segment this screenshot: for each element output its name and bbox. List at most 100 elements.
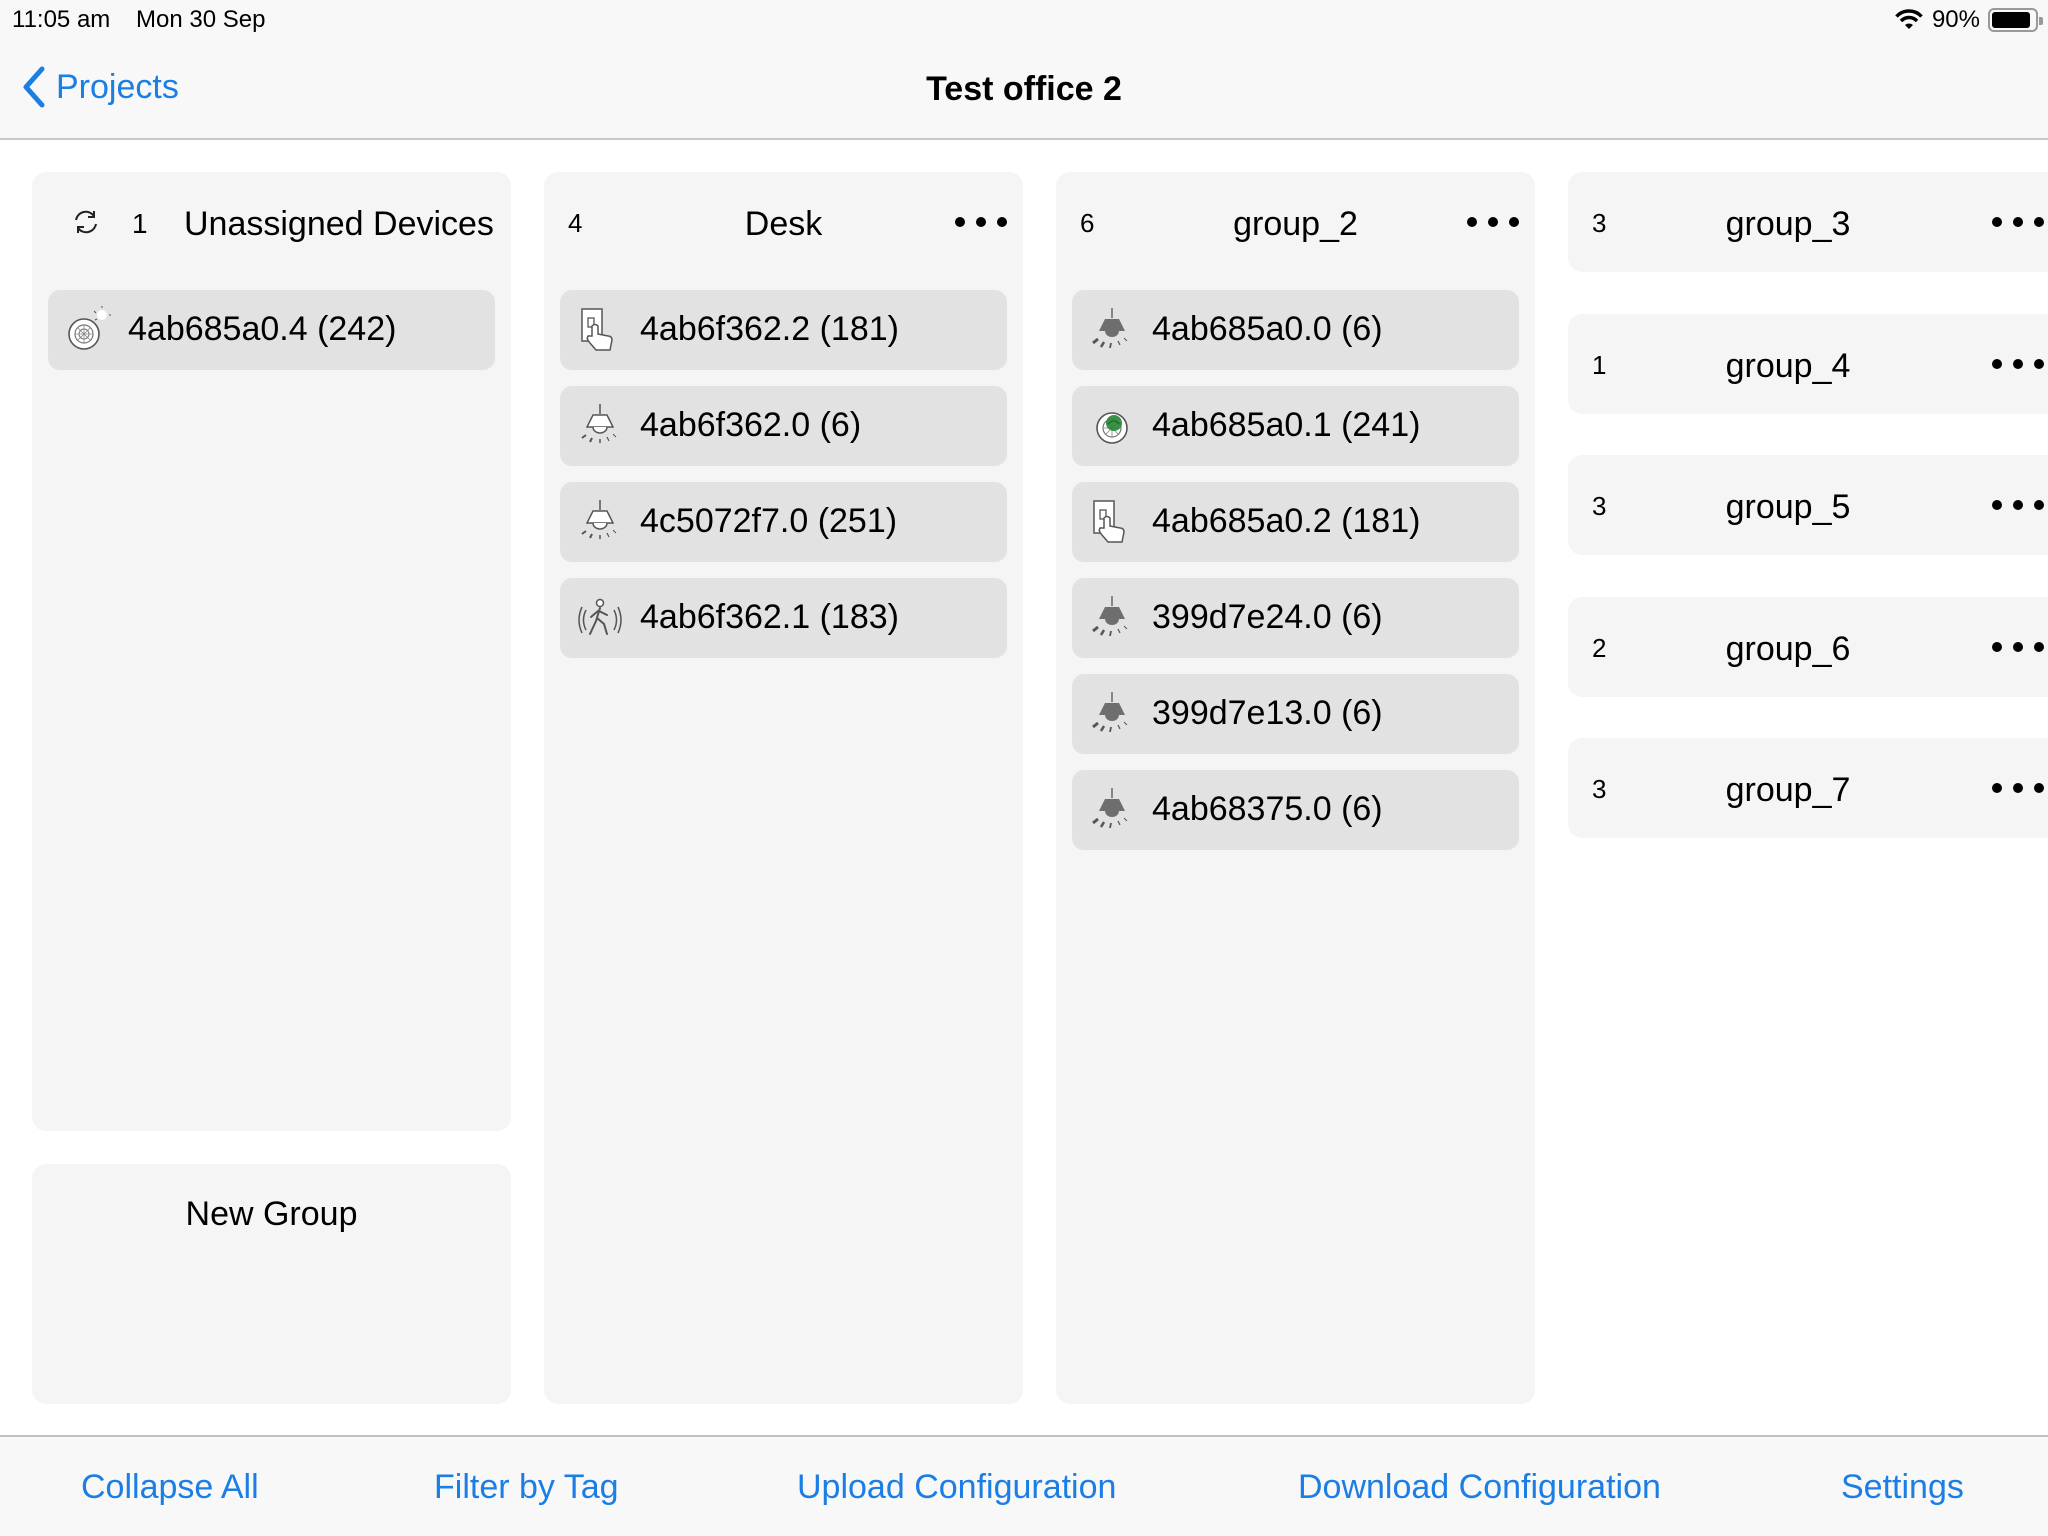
dot — [997, 217, 1007, 227]
device-item[interactable]: 4ab68375.0 (6) — [1072, 770, 1519, 850]
filter-by-tag-button[interactable]: Filter by Tag — [434, 1468, 619, 1507]
more-options-button[interactable] — [953, 202, 1009, 242]
status-right: 90% — [1894, 6, 2043, 34]
device-label: 4ab6f362.2 (181) — [640, 310, 899, 348]
dot — [1992, 500, 2002, 510]
device-item[interactable]: 399d7e13.0 (6) — [1072, 674, 1519, 754]
wifi-icon — [1895, 9, 1923, 29]
sensor-daylight-icon — [64, 306, 112, 354]
group-title: group_7 — [1725, 771, 1851, 809]
settings-button[interactable]: Settings — [1841, 1468, 1964, 1507]
pendant-light-filled-icon — [1088, 786, 1136, 834]
group-column-desk: 4 Desk 4ab6f362.2 (181) 4ab6f362.0 (6) 4… — [544, 172, 1023, 1404]
motion-sensor-icon — [576, 594, 624, 642]
upload-configuration-button[interactable]: Upload Configuration — [797, 1468, 1116, 1507]
device-item[interactable]: 4ab6f362.2 (181) — [560, 290, 1007, 370]
pendant-light-filled-icon — [1088, 594, 1136, 642]
dot — [1992, 642, 2002, 652]
dot — [1992, 359, 2002, 369]
unassigned-devices-column: 1 Unassigned Devices 4ab685a0.4 (242) — [32, 172, 511, 1131]
device-item[interactable]: 4ab6f362.1 (183) — [560, 578, 1007, 658]
dot — [1488, 217, 1498, 227]
column-title: Unassigned Devices — [184, 205, 494, 243]
more-options-button[interactable] — [1990, 344, 2046, 384]
device-label: 399d7e24.0 (6) — [1152, 598, 1383, 636]
battery-icon — [1988, 8, 2043, 32]
bottom-toolbar: Collapse All Filter by Tag Upload Config… — [0, 1435, 2048, 1536]
dot — [2013, 217, 2023, 227]
device-count: 1 — [132, 208, 148, 239]
group-title: group_3 — [1725, 205, 1851, 243]
pendant-light-filled-icon — [1088, 690, 1136, 738]
sync-icon[interactable] — [72, 208, 100, 236]
more-options-button[interactable] — [1990, 627, 2046, 667]
page-title: Test office 2 — [926, 70, 1122, 108]
pendant-light-filled-icon — [1088, 306, 1136, 354]
group-title: group_5 — [1725, 488, 1851, 526]
device-label: 4ab685a0.4 (242) — [128, 310, 397, 348]
status-bar: 11:05 am Mon 30 Sep 90% — [0, 0, 2048, 40]
more-options-button[interactable] — [1990, 202, 2046, 242]
pendant-light-outline-icon — [576, 402, 624, 450]
dot — [976, 217, 986, 227]
group-title: group_2 — [1233, 205, 1358, 243]
sensor-active-icon — [1088, 402, 1136, 450]
dot — [2034, 783, 2044, 793]
device-label: 399d7e13.0 (6) — [1152, 694, 1383, 732]
switch-icon — [576, 306, 624, 354]
switch-icon — [1088, 498, 1136, 546]
device-label: 4ab685a0.2 (181) — [1152, 502, 1421, 540]
device-label: 4ab6f362.0 (6) — [640, 406, 862, 444]
collapsed-group-card[interactable]: 2 group_6 — [1568, 597, 2048, 697]
dot — [1509, 217, 1519, 227]
device-item[interactable]: 4ab685a0.4 (242) — [48, 290, 495, 370]
new-group-label: New Group — [185, 1195, 358, 1233]
dot — [2013, 359, 2023, 369]
group-column-group-2: 6 group_2 4ab685a0.0 (6) 4ab685a0.1 (241… — [1056, 172, 1535, 1404]
device-label: 4ab6f362.1 (183) — [640, 598, 899, 636]
unassigned-header: 1 Unassigned Devices — [32, 172, 511, 272]
device-item[interactable]: 4ab685a0.1 (241) — [1072, 386, 1519, 466]
device-item[interactable]: 399d7e24.0 (6) — [1072, 578, 1519, 658]
group-header[interactable]: 4 Desk — [544, 172, 1023, 272]
more-options-button[interactable] — [1465, 202, 1521, 242]
device-label: 4ab685a0.1 (241) — [1152, 406, 1421, 444]
dot — [1467, 217, 1477, 227]
group-title: group_6 — [1725, 630, 1851, 668]
more-options-button[interactable] — [1990, 768, 2046, 808]
device-item[interactable]: 4ab6f362.0 (6) — [560, 386, 1007, 466]
dot — [2034, 642, 2044, 652]
dot — [1992, 217, 2002, 227]
navigation-bar: Projects Test office 2 — [0, 40, 2048, 140]
collapsed-group-card[interactable]: 3 group_5 — [1568, 455, 2048, 555]
dot — [2034, 217, 2044, 227]
device-item[interactable]: 4ab685a0.0 (6) — [1072, 290, 1519, 370]
more-options-button[interactable] — [1990, 485, 2046, 525]
battery-percent: 90% — [1931, 6, 1980, 33]
dot — [2034, 500, 2044, 510]
device-label: 4ab68375.0 (6) — [1152, 790, 1383, 828]
device-item[interactable]: 4c5072f7.0 (251) — [560, 482, 1007, 562]
collapsed-group-card[interactable]: 3 group_3 — [1568, 172, 2048, 272]
group-title: Desk — [744, 205, 823, 243]
status-time: 11:05 am — [12, 6, 111, 33]
dot — [955, 217, 965, 227]
collapsed-group-card[interactable]: 1 group_4 — [1568, 314, 2048, 414]
collapsed-group-card[interactable]: 3 group_7 — [1568, 738, 2048, 838]
pendant-light-outline-icon — [576, 498, 624, 546]
battery-tip — [2039, 17, 2043, 25]
new-group-button[interactable]: New Group — [32, 1164, 511, 1404]
group-header[interactable]: 6 group_2 — [1056, 172, 1535, 272]
device-item[interactable]: 4ab685a0.2 (181) — [1072, 482, 1519, 562]
dot — [2013, 783, 2023, 793]
collapse-all-button[interactable]: Collapse All — [81, 1468, 259, 1507]
download-configuration-button[interactable]: Download Configuration — [1298, 1468, 1661, 1507]
dot — [1992, 783, 2002, 793]
dot — [2034, 359, 2044, 369]
group-title: group_4 — [1725, 347, 1851, 385]
battery-level — [1992, 12, 2030, 28]
dot — [2013, 642, 2023, 652]
device-label: 4ab685a0.0 (6) — [1152, 310, 1383, 348]
dot — [2013, 500, 2023, 510]
status-date: Mon 30 Sep — [136, 6, 266, 33]
